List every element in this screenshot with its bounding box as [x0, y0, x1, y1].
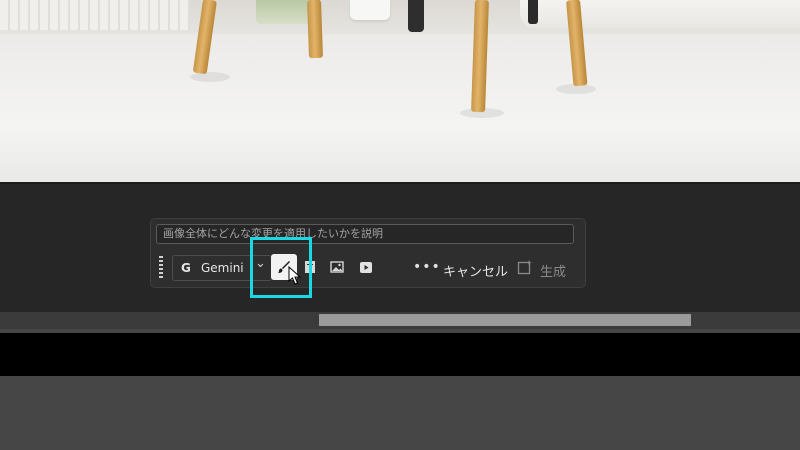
timeline-band — [0, 333, 800, 376]
photo-sofa-foot — [528, 0, 538, 24]
google-logo-icon: G — [181, 261, 191, 275]
video-tool-button[interactable] — [355, 255, 377, 279]
video-icon — [360, 261, 372, 273]
chevron-down-icon[interactable]: ⌄ — [255, 256, 266, 271]
mouse-cursor-icon — [288, 266, 302, 285]
photo-sofa — [520, 0, 800, 28]
generative-prompt-panel: G Gemini ⌄ ••• キャンセル 生成 — [150, 218, 586, 288]
generate-button[interactable]: 生成 — [540, 261, 566, 280]
photo-chair-leg — [471, 0, 489, 113]
photo-plant — [256, 0, 312, 24]
image-tool-button[interactable] — [326, 255, 348, 279]
photo-dark-leg — [408, 0, 424, 32]
document-icon — [305, 261, 315, 273]
photo-leg-shadow — [190, 72, 230, 82]
photo-chair-leg — [306, 0, 324, 59]
cancel-button[interactable]: キャンセル — [443, 261, 508, 280]
document-tool-button[interactable] — [299, 255, 321, 279]
canvas-photo — [0, 0, 800, 182]
more-options-button[interactable]: ••• — [413, 259, 441, 275]
image-icon — [330, 261, 344, 273]
editor-divider — [0, 182, 800, 184]
generate-icon — [517, 260, 532, 275]
drag-handle-icon[interactable] — [159, 256, 163, 278]
lower-panel — [0, 376, 800, 450]
photo-curtain — [0, 0, 190, 30]
prompt-input[interactable] — [156, 224, 574, 244]
photo-pot — [350, 0, 390, 20]
model-label: Gemini — [201, 261, 244, 275]
scrollbar-thumb[interactable] — [319, 314, 691, 326]
